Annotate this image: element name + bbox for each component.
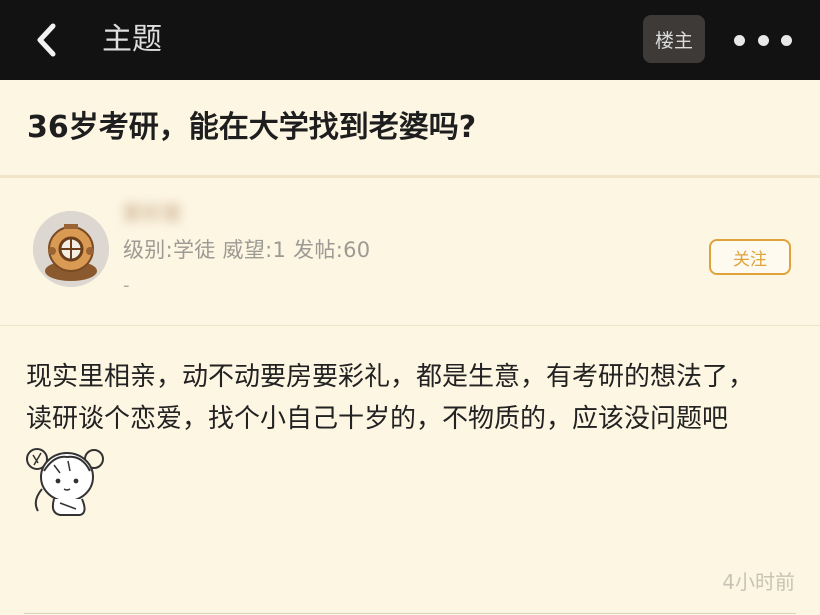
chevron-left-icon — [37, 23, 56, 57]
more-dots-icon — [734, 34, 745, 46]
user-signature: - — [123, 275, 130, 296]
more-dot — [757, 34, 769, 46]
page-title: 主题 — [102, 22, 162, 57]
follow-button[interactable]: 关注 — [709, 239, 791, 275]
back-button[interactable] — [26, 20, 66, 60]
post-body: 现实里相亲，动不动要房要彩礼，都是生意，有考研的想法了， 读研谈个恋爱，找个小自… — [26, 356, 806, 440]
more-button[interactable] — [734, 24, 792, 56]
divider — [24, 613, 796, 614]
more-dot — [781, 34, 792, 46]
post-content: 现实里相亲，动不动要房要彩礼，都是生意，有考研的想法了， 读研谈个恋爱，找个小自… — [0, 326, 820, 615]
post-time: 4小时前 — [722, 570, 795, 594]
post-title-bar: 36岁考研，能在大学找到老婆吗? — [0, 80, 820, 178]
avatar[interactable] — [33, 211, 109, 287]
user-stats: 级别:学徒 威望:1 发帖:60 — [123, 238, 371, 262]
girl-sticker-icon — [26, 448, 104, 516]
top-bar: 主题 楼主 — [0, 0, 820, 80]
post-body-line: 读研谈个恋爱，找个小自己十岁的，不物质的，应该没问题吧 — [26, 404, 729, 434]
owner-only-button[interactable]: 楼主 — [643, 15, 705, 63]
username[interactable]: 爱好是 — [122, 197, 182, 226]
post-body-line: 现实里相亲，动不动要房要彩礼，都是生意，有考研的想法了， — [26, 362, 755, 392]
diving-helmet-icon — [33, 211, 109, 287]
post-title: 36岁考研，能在大学找到老婆吗? — [27, 110, 477, 145]
author-card: 爱好是 级别:学徒 威望:1 发帖:60 - 关注 — [0, 181, 820, 326]
